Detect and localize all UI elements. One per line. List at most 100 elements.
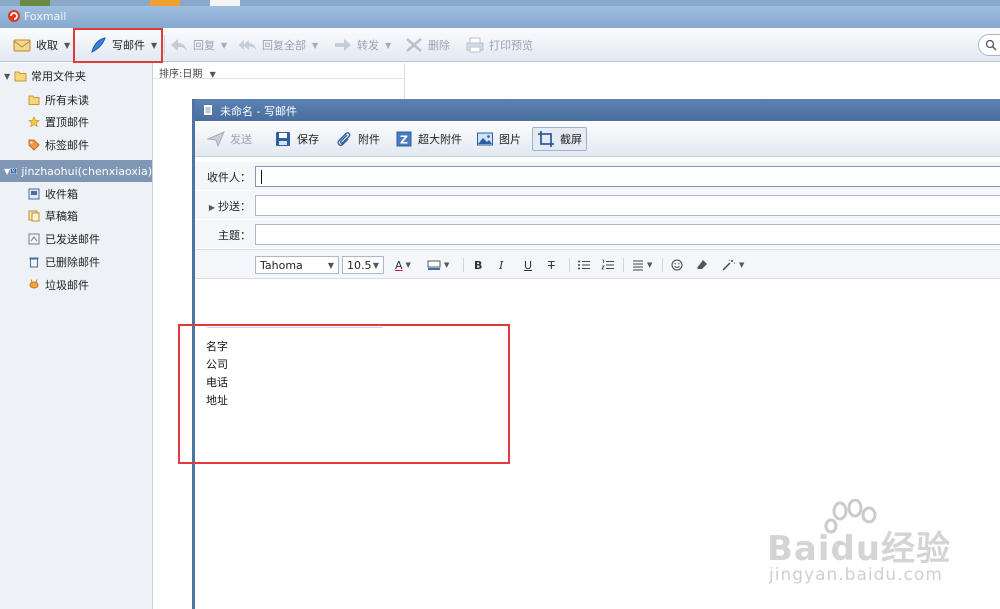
bullet-list-icon (578, 260, 590, 270)
image-icon (477, 132, 493, 146)
font-family-select[interactable]: Tahoma ▼ (255, 256, 339, 274)
format-toolbar: Tahoma ▼ 10.5 ▼ A ▼ ▼ B I U T ▼ ▼ (195, 249, 1000, 279)
forward-button[interactable]: 转发 ▼ (333, 28, 391, 62)
subject-row: 主题： (195, 220, 1000, 248)
sort-selector[interactable]: 排序:日期 ▼ (153, 63, 405, 80)
expand-triangle-icon[interactable]: ▶ (209, 203, 215, 212)
highlight-color-button[interactable]: ▼ (427, 256, 449, 274)
common-folder-group[interactable]: ▼ 常用文件夹 (0, 65, 152, 87)
forward-arrow-icon (335, 39, 351, 51)
reply-arrow-icon (171, 39, 187, 51)
send-button[interactable]: 发送 (203, 127, 256, 151)
italic-button[interactable]: I (499, 256, 503, 274)
font-color-button[interactable]: A ▼ (395, 256, 411, 274)
chevron-down-icon: ▼ (372, 260, 379, 270)
sidebar-item-pinned[interactable]: 置顶邮件 (28, 111, 89, 133)
chevron-down-icon: ▼ (327, 260, 334, 270)
toolbar-divider (164, 35, 165, 55)
signature-highlight-box (178, 324, 510, 464)
font-size-select[interactable]: 10.5 ▼ (342, 256, 384, 274)
cc-input[interactable] (255, 195, 1000, 216)
trash-icon (29, 257, 39, 268)
baidu-watermark: Baidu经验 jingyan.baidu.com (765, 495, 1000, 595)
subject-label: 主题： (218, 229, 251, 242)
receive-button[interactable]: 收取 ▼ (12, 28, 70, 62)
mail-list-column: 排序:日期 ▼ (153, 63, 405, 99)
chevron-down-icon[interactable]: ▼ (385, 41, 391, 50)
delete-button[interactable]: 删除 (404, 28, 450, 62)
chevron-down-icon[interactable]: ▼ (647, 261, 652, 269)
folder-sidebar: ▼ 常用文件夹 所有未读 置顶邮件 标签邮件 ▼ N jinzhaohui(ch… (0, 63, 153, 609)
chevron-down-icon[interactable]: ▼ (64, 41, 70, 50)
crop-screenshot-icon (538, 131, 554, 147)
drafts-icon (28, 210, 40, 222)
delete-x-icon (406, 38, 422, 52)
bullet-list-button[interactable] (577, 256, 591, 274)
compose-title-bar: 未命名 - 写邮件 (195, 99, 1000, 121)
sidebar-item-sent[interactable]: 已发送邮件 (28, 228, 100, 250)
svg-text:Z: Z (400, 134, 408, 147)
envelope-icon (13, 39, 31, 52)
emoji-button[interactable] (671, 256, 683, 274)
screenshot-button[interactable]: 截屏 (532, 127, 587, 151)
save-button[interactable]: 保存 (270, 127, 323, 151)
chevron-down-icon[interactable]: ▼ (312, 41, 318, 50)
reply-button[interactable]: 回复 ▼ (169, 28, 227, 62)
star-icon (28, 116, 40, 128)
chevron-down-icon[interactable]: ▼ (406, 261, 411, 269)
app-title: Foxmail (24, 10, 67, 23)
format-divider (569, 258, 570, 272)
image-button[interactable]: 图片 (472, 127, 525, 151)
eraser-icon (697, 260, 707, 269)
foxmail-logo-icon (8, 10, 20, 22)
chevron-down-icon[interactable]: ▼ (210, 70, 216, 79)
strikethrough-button[interactable]: T (548, 256, 555, 274)
bold-button[interactable]: B (474, 256, 482, 274)
smiley-icon (671, 259, 683, 271)
reply-all-button[interactable]: 回复全部 ▼ (238, 28, 318, 62)
attach-button[interactable]: 附件 (331, 127, 384, 151)
tag-icon (28, 139, 40, 151)
reply-all-icon (238, 40, 257, 50)
write-mail-highlight-box (73, 28, 163, 63)
sidebar-item-junk[interactable]: 垃圾邮件 (28, 274, 89, 296)
magic-wand-button[interactable]: ▼ (722, 256, 744, 274)
paper-plane-icon (207, 131, 225, 148)
cc-label[interactable]: ▶ 抄送： (209, 198, 251, 214)
sidebar-item-drafts[interactable]: 草稿箱 (28, 205, 78, 227)
numbered-list-icon (601, 259, 614, 270)
compose-title: 未命名 - 写邮件 (220, 105, 297, 118)
chevron-down-icon[interactable]: ▼ (221, 41, 227, 50)
format-divider (623, 258, 624, 272)
numbered-list-button[interactable] (601, 256, 615, 274)
account-group[interactable]: ▼ N jinzhaohui(chenxiaoxia) (0, 160, 152, 182)
clear-format-button[interactable] (696, 256, 708, 274)
search-box[interactable] (978, 34, 1000, 56)
chevron-down-icon[interactable]: ▼ (444, 261, 449, 269)
magic-wand-icon (722, 259, 735, 271)
sidebar-item-deleted[interactable]: 已删除邮件 (28, 251, 100, 273)
app-title-bar: Foxmail (0, 6, 1000, 28)
text-cursor (261, 170, 262, 184)
chevron-down-icon[interactable]: ▼ (739, 261, 744, 269)
paperclip-icon (337, 132, 351, 146)
junk-icon (29, 279, 39, 289)
to-input[interactable] (255, 166, 1000, 187)
sidebar-item-tagged[interactable]: 标签邮件 (28, 134, 89, 156)
folder-icon (14, 71, 27, 82)
underline-button[interactable]: U (524, 256, 532, 274)
expand-triangle-icon[interactable]: ▼ (4, 72, 14, 81)
large-attachment-icon: Z (396, 131, 412, 147)
folder-icon (28, 95, 40, 105)
subject-input[interactable] (255, 224, 1000, 245)
large-attach-button[interactable]: Z 超大附件 (391, 127, 466, 151)
sidebar-item-all-unread[interactable]: 所有未读 (28, 89, 89, 111)
print-preview-button[interactable]: 打印预览 (465, 28, 533, 62)
printer-icon (466, 37, 484, 53)
align-button[interactable]: ▼ (632, 256, 652, 274)
align-icon (633, 260, 643, 271)
watermark-url: jingyan.baidu.com (769, 565, 943, 585)
compose-toolbar: 发送 保存 附件 Z 超大附件 图片 截屏 (195, 121, 1000, 157)
sidebar-item-inbox[interactable]: 收件箱 (28, 183, 78, 205)
svg-text:N: N (12, 169, 15, 175)
